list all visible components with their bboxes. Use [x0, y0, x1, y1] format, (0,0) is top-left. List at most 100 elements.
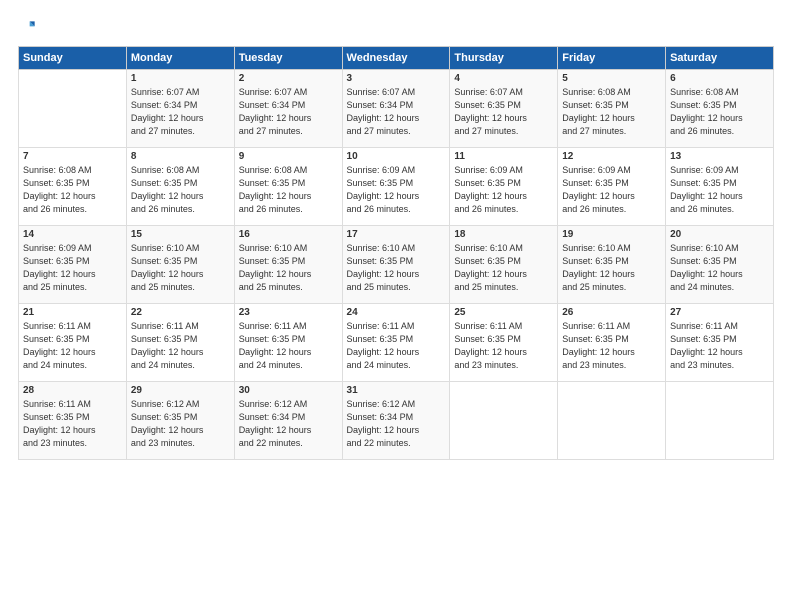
col-header-monday: Monday	[126, 47, 234, 70]
day-number: 12	[562, 151, 661, 162]
day-cell: 25 Sunrise: 6:11 AM Sunset: 6:35 PM Dayli…	[450, 304, 558, 382]
day-cell: 2 Sunrise: 6:07 AM Sunset: 6:34 PM Daylig…	[234, 70, 342, 148]
day-cell: 1Sunrise: 6:07 AM Sunset: 6:34 PM Daylig…	[126, 70, 234, 148]
day-cell: 18Sunrise: 6:10 AM Sunset: 6:35 PM Dayli…	[450, 226, 558, 304]
logo-icon	[18, 18, 38, 38]
day-number: 17	[347, 229, 446, 240]
day-number: 20	[670, 229, 769, 240]
day-info: Sunrise: 6:07 AM Sunset: 6:35 PM Dayligh…	[454, 86, 553, 138]
day-info: Sunrise: 6:10 AM Sunset: 6:35 PM Dayligh…	[239, 242, 338, 294]
day-info: Sunrise: 6:11 AM Sunset: 6:35 PM Dayligh…	[23, 320, 122, 372]
day-number: 9	[239, 151, 338, 162]
day-number: 29	[131, 385, 230, 396]
week-row-4: 28Sunrise: 6:11 AM Sunset: 6:35 PM Dayli…	[19, 382, 774, 460]
day-info: Sunrise: 6:11 AM Sunset: 6:35 PM Dayligh…	[23, 398, 122, 450]
day-number: 31	[347, 385, 446, 396]
day-info: Sunrise: 6:09 AM Sunset: 6:35 PM Dayligh…	[23, 242, 122, 294]
day-number: 6	[670, 73, 769, 84]
day-cell: 29 Sunrise: 6:12 AM Sunset: 6:35 PM Dayli…	[126, 382, 234, 460]
day-info: Sunrise: 6:11 AM Sunset: 6:35 PM Dayligh…	[562, 320, 661, 372]
day-cell	[666, 382, 774, 460]
header-row: SundayMondayTuesdayWednesdayThursdayFrid…	[19, 47, 774, 70]
day-number: 24	[347, 307, 446, 318]
day-cell	[450, 382, 558, 460]
day-number: 23	[239, 307, 338, 318]
day-info: Sunrise: 6:12 AM Sunset: 6:35 PM Dayligh…	[131, 398, 230, 450]
day-cell: 8 Sunrise: 6:08 AM Sunset: 6:35 PM Daylig…	[126, 148, 234, 226]
col-header-tuesday: Tuesday	[234, 47, 342, 70]
day-number: 25	[454, 307, 553, 318]
week-row-3: 21 Sunrise: 6:11 AM Sunset: 6:35 PM Dayli…	[19, 304, 774, 382]
col-header-friday: Friday	[558, 47, 666, 70]
day-number: 15	[131, 229, 230, 240]
day-cell: 9 Sunrise: 6:08 AM Sunset: 6:35 PM Daylig…	[234, 148, 342, 226]
day-cell: 6 Sunrise: 6:08 AM Sunset: 6:35 PM Daylig…	[666, 70, 774, 148]
day-cell	[558, 382, 666, 460]
day-info: Sunrise: 6:08 AM Sunset: 6:35 PM Dayligh…	[131, 164, 230, 216]
day-number: 21	[23, 307, 122, 318]
week-row-1: 7Sunrise: 6:08 AM Sunset: 6:35 PM Daylig…	[19, 148, 774, 226]
day-number: 10	[347, 151, 446, 162]
week-row-0: 1 Sunrise: 6:07 AM Sunset: 6:34 PM Daylig…	[19, 70, 774, 148]
day-cell: 17Sunrise: 6:10 AM Sunset: 6:35 PM Dayli…	[342, 226, 450, 304]
day-info: Sunrise: 6:11 AM Sunset: 6:35 PM Dayligh…	[239, 320, 338, 372]
day-cell: 4 Sunrise: 6:07 AM Sunset: 6:35 PM Daylig…	[450, 70, 558, 148]
day-number: 3	[347, 73, 446, 84]
day-cell: 16Sunrise: 6:10 AM Sunset: 6:35 PM Dayli…	[234, 226, 342, 304]
day-cell: 15 Sunrise: 6:10 AM Sunset: 6:35 PM Dayli…	[126, 226, 234, 304]
day-cell: 14 Sunrise: 6:09 AM Sunset: 6:35 PM Dayli…	[19, 226, 127, 304]
day-info: Sunrise: 6:11 AM Sunset: 6:35 PM Dayligh…	[347, 320, 446, 372]
day-number: 26	[562, 307, 661, 318]
day-info: Sunrise: 6:08 AM Sunset: 6:35 PM Dayligh…	[23, 164, 122, 216]
day-info: Sunrise: 6:11 AM Sunset: 6:35 PM Dayligh…	[454, 320, 553, 372]
day-cell: 23 Sunrise: 6:11 AM Sunset: 6:35 PM Dayli…	[234, 304, 342, 382]
col-header-saturday: Saturday	[666, 47, 774, 70]
day-info: Sunrise: 6:10 AM Sunset: 6:35 PM Dayligh…	[131, 242, 230, 294]
day-cell: 13 Sunrise: 6:09 AM Sunset: 6:35 PM Dayli…	[666, 148, 774, 226]
day-info: Sunrise: 6:08 AM Sunset: 6:35 PM Dayligh…	[239, 164, 338, 216]
day-info: Sunrise: 6:09 AM Sunset: 6:35 PM Dayligh…	[454, 164, 553, 216]
day-cell: 19 Sunrise: 6:10 AM Sunset: 6:35 PM Dayli…	[558, 226, 666, 304]
day-info: Sunrise: 6:09 AM Sunset: 6:35 PM Dayligh…	[562, 164, 661, 216]
day-cell: 30 Sunrise: 6:12 AM Sunset: 6:34 PM Dayli…	[234, 382, 342, 460]
day-info: Sunrise: 6:08 AM Sunset: 6:35 PM Dayligh…	[670, 86, 769, 138]
day-cell: 24 Sunrise: 6:11 AM Sunset: 6:35 PM Dayli…	[342, 304, 450, 382]
day-info: Sunrise: 6:07 AM Sunset: 6:34 PM Dayligh…	[347, 86, 446, 138]
col-header-thursday: Thursday	[450, 47, 558, 70]
calendar-table: SundayMondayTuesdayWednesdayThursdayFrid…	[18, 46, 774, 460]
day-number: 30	[239, 385, 338, 396]
day-cell: 5Sunrise: 6:08 AM Sunset: 6:35 PM Daylig…	[558, 70, 666, 148]
day-cell: 20Sunrise: 6:10 AM Sunset: 6:35 PM Dayli…	[666, 226, 774, 304]
col-header-wednesday: Wednesday	[342, 47, 450, 70]
day-number: 1	[131, 73, 230, 84]
day-cell: 27Sunrise: 6:11 AM Sunset: 6:35 PM Dayli…	[666, 304, 774, 382]
day-number: 19	[562, 229, 661, 240]
day-cell: 12 Sunrise: 6:09 AM Sunset: 6:35 PM Dayli…	[558, 148, 666, 226]
day-cell: 31 Sunrise: 6:12 AM Sunset: 6:34 PM Dayli…	[342, 382, 450, 460]
day-number: 22	[131, 307, 230, 318]
day-info: Sunrise: 6:07 AM Sunset: 6:34 PM Dayligh…	[239, 86, 338, 138]
page: SundayMondayTuesdayWednesdayThursdayFrid…	[0, 0, 792, 612]
day-info: Sunrise: 6:12 AM Sunset: 6:34 PM Dayligh…	[347, 398, 446, 450]
day-cell: 3 Sunrise: 6:07 AM Sunset: 6:34 PM Daylig…	[342, 70, 450, 148]
day-cell: 21 Sunrise: 6:11 AM Sunset: 6:35 PM Dayli…	[19, 304, 127, 382]
day-number: 8	[131, 151, 230, 162]
logo	[18, 18, 42, 38]
day-number: 5	[562, 73, 661, 84]
day-info: Sunrise: 6:10 AM Sunset: 6:35 PM Dayligh…	[454, 242, 553, 294]
day-info: Sunrise: 6:10 AM Sunset: 6:35 PM Dayligh…	[562, 242, 661, 294]
day-number: 11	[454, 151, 553, 162]
day-cell: 11 Sunrise: 6:09 AM Sunset: 6:35 PM Dayli…	[450, 148, 558, 226]
day-cell: 7Sunrise: 6:08 AM Sunset: 6:35 PM Daylig…	[19, 148, 127, 226]
day-number: 13	[670, 151, 769, 162]
day-info: Sunrise: 6:12 AM Sunset: 6:34 PM Dayligh…	[239, 398, 338, 450]
day-cell: 28Sunrise: 6:11 AM Sunset: 6:35 PM Dayli…	[19, 382, 127, 460]
day-cell: 22Sunrise: 6:11 AM Sunset: 6:35 PM Dayli…	[126, 304, 234, 382]
day-info: Sunrise: 6:09 AM Sunset: 6:35 PM Dayligh…	[670, 164, 769, 216]
day-cell	[19, 70, 127, 148]
day-number: 4	[454, 73, 553, 84]
header	[18, 18, 774, 38]
day-number: 14	[23, 229, 122, 240]
day-number: 27	[670, 307, 769, 318]
day-number: 2	[239, 73, 338, 84]
